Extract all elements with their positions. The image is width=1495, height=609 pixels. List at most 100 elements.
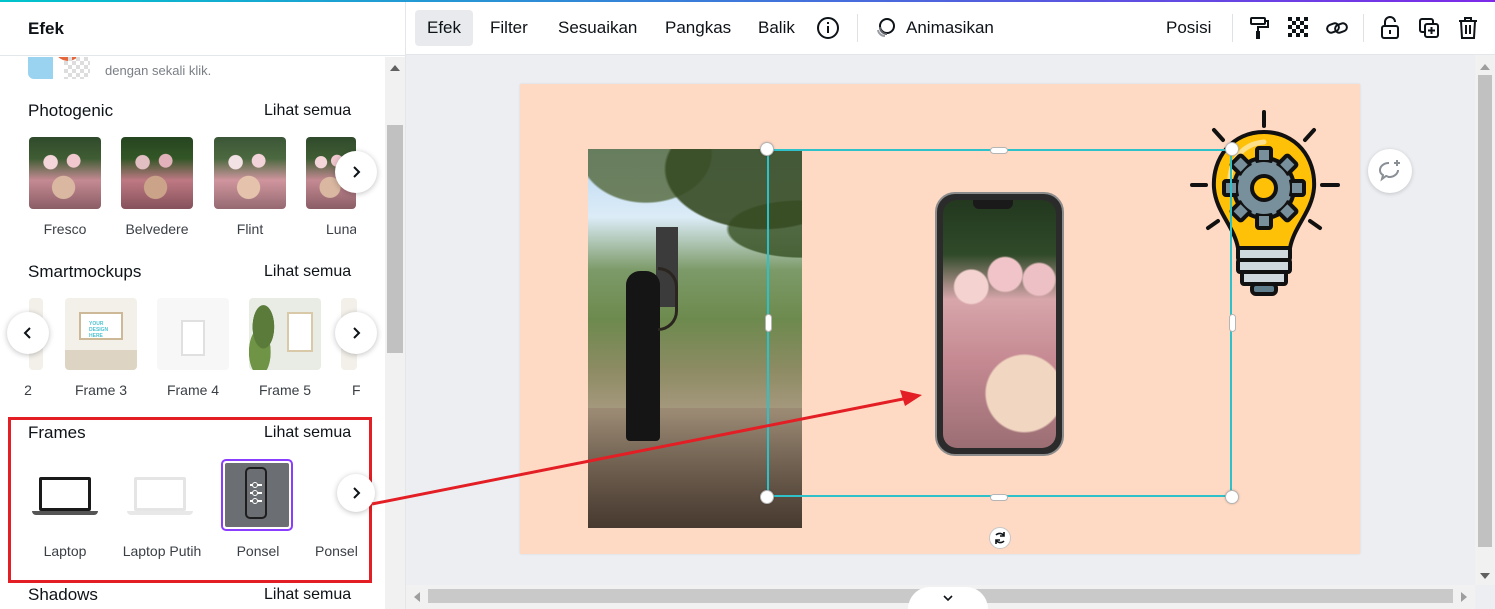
info-icon[interactable] [815, 15, 841, 41]
mockup-label: F [352, 382, 360, 398]
duplicate-icon[interactable] [1416, 15, 1442, 41]
smartmockups-see-all-link[interactable]: Lihat semua [264, 263, 351, 281]
archer-figure [626, 271, 660, 441]
rotate-handle[interactable] [989, 527, 1011, 549]
panel-scrollbar[interactable] [385, 57, 405, 609]
mockup-frame: YOUR DESIGN HERE [79, 312, 123, 340]
effect-fresco-thumbnail[interactable] [29, 137, 101, 209]
resize-handle-right[interactable] [1229, 314, 1236, 332]
crop-button[interactable]: Pangkas [653, 10, 743, 46]
mockup-frame [287, 312, 313, 352]
mockup-plant [249, 298, 285, 370]
mockup-frame-3-thumbnail[interactable]: YOUR DESIGN HERE [65, 298, 137, 370]
mockup-text: YOUR DESIGN HERE [89, 321, 109, 339]
mockup-floor [65, 350, 137, 370]
effects-button[interactable]: Efek [415, 10, 474, 46]
filter-button[interactable]: Filter [478, 10, 540, 46]
chevron-right-icon [353, 487, 361, 499]
effect-label: Flint [236, 221, 264, 237]
flip-button[interactable]: Balik [746, 10, 807, 46]
background-remover-thumbnail[interactable] [28, 57, 90, 79]
collapse-notes-button[interactable] [908, 587, 988, 609]
frame-label: Ponsel [315, 543, 358, 559]
frames-next-button[interactable] [337, 474, 375, 512]
trash-icon[interactable] [1455, 15, 1481, 41]
animate-button[interactable]: Animasikan [894, 10, 1006, 46]
design-page[interactable] [520, 84, 1360, 554]
effect-label: Fresco [43, 221, 87, 237]
effect-label: Luna [326, 221, 356, 237]
smartmockups-next-button[interactable] [335, 312, 377, 354]
adjust-slider-icon [250, 482, 262, 488]
add-comment-icon [1378, 160, 1400, 182]
chevron-right-icon [353, 327, 361, 339]
resize-handle-bottom-left[interactable] [760, 490, 774, 504]
lock-icon[interactable] [1377, 15, 1403, 41]
panel-content: dengan sekali klik. Photogenic Lihat sem… [0, 57, 384, 609]
laptop-screen [39, 477, 91, 511]
mockup-frame-4-thumbnail[interactable] [157, 298, 229, 370]
resize-handle-left[interactable] [765, 314, 772, 332]
toolbar-divider [857, 14, 858, 42]
laptop-base [32, 511, 98, 515]
scroll-left-arrow[interactable] [414, 592, 420, 602]
photogenic-title: Photogenic [28, 101, 114, 120]
mockup-label: Frame 3 [74, 382, 128, 398]
phone-outline [245, 467, 267, 519]
workspace-horizontal-scrollbar[interactable] [406, 585, 1475, 609]
chevron-down-icon [943, 595, 953, 602]
selection-box[interactable] [767, 149, 1232, 497]
effect-belvedere-thumbnail[interactable] [121, 137, 193, 209]
transparency-icon[interactable] [1286, 15, 1312, 41]
shadows-see-all-link[interactable]: Lihat semua [264, 586, 351, 604]
photogenic-next-button[interactable] [335, 151, 377, 193]
laptop-screen [134, 477, 186, 511]
position-button[interactable]: Posisi [1154, 10, 1223, 46]
mockup-frame [181, 320, 205, 356]
effects-panel: Efek dengan sekali klik. Photogenic Liha… [0, 2, 406, 609]
frame-phone-thumbnail-selected[interactable] [221, 459, 293, 531]
frame-label: Laptop [43, 543, 87, 559]
frames-title: Frames [28, 423, 86, 442]
background-remover-description: dengan sekali klik. [105, 63, 212, 78]
scroll-up-arrow[interactable] [390, 65, 400, 71]
frame-label: Ponsel [236, 543, 280, 559]
mockup-label: Frame 4 [166, 382, 220, 398]
transparency-pattern [64, 57, 90, 79]
frames-see-all-link[interactable]: Lihat semua [264, 424, 351, 442]
smartmockups-prev-button[interactable] [7, 312, 49, 354]
resize-handle-top-right[interactable] [1225, 142, 1239, 156]
effect-flint-thumbnail[interactable] [214, 137, 286, 209]
mockup-label: Frame 5 [258, 382, 312, 398]
image-toolbar: Efek Filter Sesuaikan Pangkas Balik Anim… [406, 2, 1495, 55]
rotate-icon [995, 532, 1005, 544]
toolbar-divider [1232, 14, 1233, 42]
resize-handle-bottom-right[interactable] [1225, 490, 1239, 504]
effect-label: Belvedere [125, 221, 189, 237]
resize-handle-top-left[interactable] [760, 142, 774, 156]
mockup-frame-5-thumbnail[interactable] [249, 298, 321, 370]
adjust-button[interactable]: Sesuaikan [546, 10, 649, 46]
toolbar-divider [1363, 14, 1364, 42]
frame-laptop-thumbnail[interactable] [29, 459, 101, 531]
paint-roller-icon[interactable] [1246, 15, 1272, 41]
workspace-vertical-scrollbar[interactable] [1475, 55, 1495, 585]
shadows-title: Shadows [28, 585, 98, 604]
bow [658, 267, 678, 331]
scrollbar-thumb[interactable] [1478, 75, 1492, 547]
frame-laptop-white-thumbnail[interactable] [124, 459, 196, 531]
link-icon[interactable] [1324, 15, 1350, 41]
resize-handle-top[interactable] [990, 147, 1008, 154]
chevron-left-icon [23, 327, 31, 339]
scroll-down-arrow[interactable] [1480, 573, 1490, 579]
scroll-right-arrow[interactable] [1461, 592, 1467, 602]
scrollbar-thumb[interactable] [387, 125, 403, 353]
scroll-up-arrow[interactable] [1480, 64, 1490, 70]
panel-title: Efek [28, 19, 64, 38]
photogenic-see-all-link[interactable]: Lihat semua [264, 102, 351, 120]
resize-handle-bottom[interactable] [990, 494, 1008, 501]
adjust-slider-icon [250, 498, 262, 504]
panel-header: Efek [0, 2, 405, 56]
smartmockups-title: Smartmockups [28, 262, 142, 281]
add-comment-button[interactable] [1368, 149, 1412, 193]
